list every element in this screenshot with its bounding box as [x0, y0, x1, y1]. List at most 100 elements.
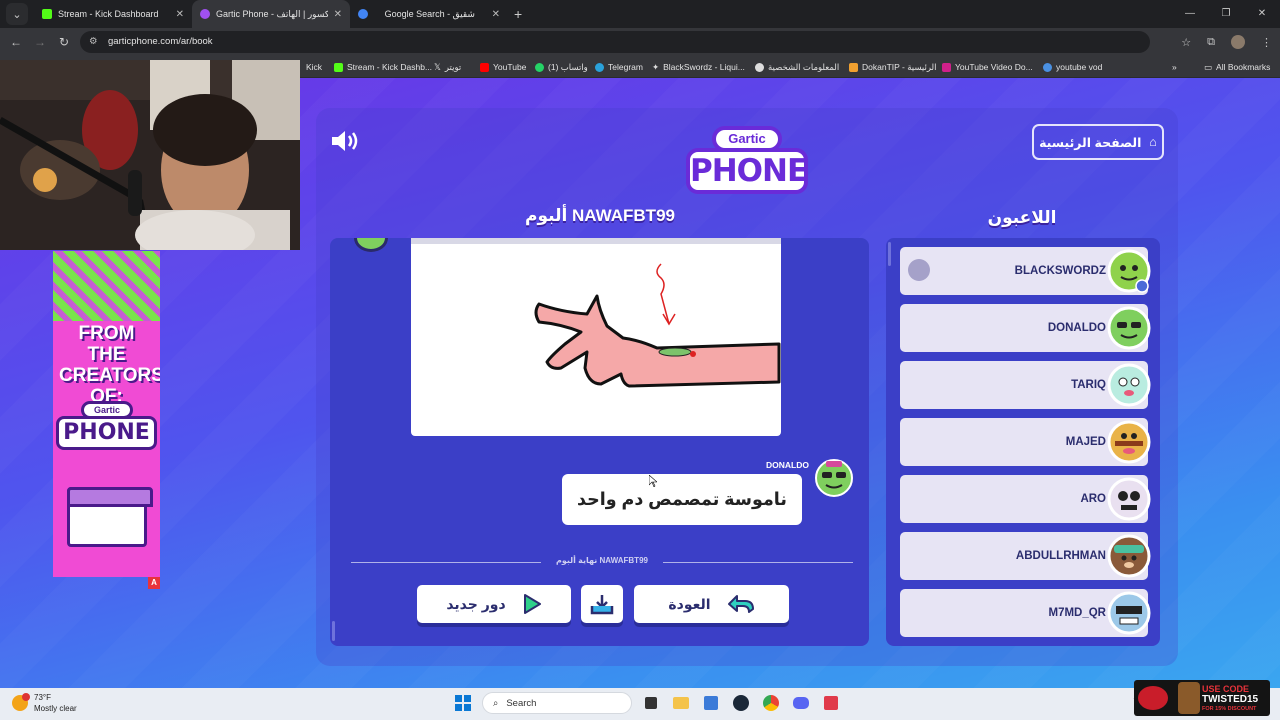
forward-arrow-icon[interactable]: → [28, 35, 52, 49]
taskbar-apps: ⌕ Search [452, 692, 842, 714]
profile-avatar[interactable] [1231, 35, 1245, 49]
back-arrow-icon[interactable]: ← [4, 35, 28, 49]
bookmark-blackswordz[interactable]: ✦ BlackSwordz - Liqui... [652, 56, 745, 78]
download-icon [590, 595, 614, 615]
taskbar-search[interactable]: ⌕ Search [482, 692, 632, 714]
player-name: ARO [1080, 493, 1106, 505]
reload-icon[interactable]: ↻ [52, 35, 76, 49]
caption-bubble: ناموسة تمصمص دم واحد [562, 474, 802, 525]
crown-icon [908, 259, 930, 281]
donaldo-avatar-icon [815, 459, 853, 497]
bookmark-label: Telegram [608, 62, 643, 72]
more-bookmarks-icon[interactable]: » [1172, 56, 1177, 78]
bookmark-twitter[interactable]: 𝕏 تويتر [434, 56, 461, 78]
home-button[interactable]: الصفحة الرئيسية ⌂ [1032, 124, 1164, 160]
close-icon[interactable]: ✕ [176, 9, 184, 20]
minimize-icon[interactable]: — [1172, 0, 1208, 28]
tab-gartic-phone[interactable]: Gartic Phone - الهاتف المكسور | الهاتف ✕ [192, 0, 350, 28]
bookmark-telegram[interactable]: Telegram [595, 56, 643, 78]
player-row: DONALDO [900, 304, 1151, 352]
youtube-icon [480, 62, 489, 72]
tab-title: Google Search - شقيق [384, 8, 475, 19]
bookmark-youtube[interactable]: YouTube [480, 56, 526, 78]
all-bookmarks-folder[interactable]: ▭ All Bookmarks [1204, 56, 1270, 78]
close-icon[interactable]: ✕ [492, 9, 500, 20]
brand-logo-icon [1138, 686, 1168, 710]
new-tab-icon[interactable]: + [514, 6, 522, 22]
gartic-icon [200, 9, 210, 19]
bookmark-youtube-vod[interactable]: youtube vod [1043, 56, 1102, 78]
mouse-cursor-icon [649, 475, 657, 487]
search-placeholder: Search [506, 697, 537, 709]
tab-search-button[interactable]: ⌄ [6, 3, 28, 25]
promo-line-1: USE CODE [1202, 684, 1250, 694]
discord-icon[interactable] [790, 692, 812, 714]
promo-line-3: FOR 15% DISCOUNT [1202, 706, 1257, 712]
ad-badge[interactable]: A [148, 577, 160, 589]
gartic-ad-banner[interactable]: FROM THE CREATORS OF: Gartic PHONE [53, 251, 160, 577]
album-scrollbar[interactable] [332, 621, 335, 641]
site-info-icon[interactable]: ⚙ [89, 31, 98, 53]
file-explorer-icon[interactable] [670, 692, 692, 714]
player-row: TARIQ [900, 361, 1151, 409]
tab-kick-dashboard[interactable]: Stream - Kick Dashboard ✕ [34, 0, 192, 28]
extensions-icon[interactable]: ⧉ [1207, 36, 1215, 49]
calendar-illustration [67, 487, 153, 547]
dokantip-icon [849, 62, 858, 72]
player-row: ABDULLRHMAN [900, 532, 1151, 580]
windows-start-icon[interactable] [452, 692, 474, 714]
menu-icon[interactable]: ⋮ [1261, 36, 1272, 49]
player-avatar [1107, 477, 1151, 521]
back-button[interactable]: العودة [634, 585, 789, 623]
restore-icon[interactable]: ❐ [1208, 0, 1244, 28]
promo-code: TWISTED15 [1202, 694, 1259, 705]
task-view-icon[interactable] [640, 692, 662, 714]
chrome-icon[interactable] [760, 692, 782, 714]
bookmark-yt-downloader[interactable]: YouTube Video Do... [942, 56, 1033, 78]
google-icon [358, 9, 368, 19]
player-avatar [1107, 306, 1151, 350]
download-button[interactable] [581, 585, 623, 623]
store-icon[interactable] [700, 692, 722, 714]
search-icon: ⌕ [493, 697, 499, 709]
tab-title: Stream - Kick Dashboard [58, 9, 159, 19]
bookmark-label: YouTube Video Do... [955, 62, 1033, 72]
bookmark-personal-info[interactable]: المعلومات الشخصية [755, 56, 839, 78]
player-row: BLACKSWORDZ [900, 247, 1151, 295]
sound-icon[interactable] [330, 130, 360, 152]
home-button-label: الصفحة الرئيسية [1039, 135, 1142, 150]
close-window-icon[interactable]: ✕ [1244, 0, 1280, 28]
bookmark-kick-dashboard[interactable]: Stream - Kick Dashb... [334, 56, 432, 78]
url-bar[interactable]: ⚙ garticphone.com/ar/book [80, 31, 1150, 53]
player-avatar [1107, 420, 1151, 464]
player-row: MAJED [900, 418, 1151, 466]
album-panel[interactable]: DONALDO ناموسة تمصمص دم واحد نهاية ألبوم… [330, 238, 869, 646]
player-avatar [1107, 534, 1151, 578]
player-row: ARO [900, 475, 1151, 523]
cloud-icon [1043, 62, 1052, 72]
red-app-icon[interactable] [820, 692, 842, 714]
temperature: 73°F [34, 693, 51, 702]
steam-icon[interactable] [730, 692, 752, 714]
url-text: garticphone.com/ar/book [108, 36, 213, 47]
player-name: MAJED [1065, 436, 1106, 448]
bookmark-label: تويتر [444, 62, 462, 72]
new-round-button[interactable]: دور جديد [417, 585, 571, 623]
bookmark-whatsapp[interactable]: واتساب (1) [535, 56, 588, 78]
bookmark-kick[interactable]: Kick [306, 56, 322, 78]
close-icon[interactable]: ✕ [334, 9, 342, 20]
logo-bottom-text: PHONE [686, 148, 808, 194]
speaker-name: DONALDO [766, 460, 809, 470]
players-scrollbar[interactable] [888, 242, 891, 266]
star-icon[interactable]: ☆ [1181, 36, 1191, 49]
bookmark-label: BlackSwordz - Liqui... [663, 62, 745, 72]
tab-google-search[interactable]: Google Search - شقيق ✕ [350, 0, 508, 28]
x-icon: 𝕏 [434, 62, 441, 72]
tab-strip: ⌄ Stream - Kick Dashboard ✕ Gartic Phone… [0, 0, 1280, 28]
player-name: DONALDO [1047, 322, 1106, 334]
weather-widget[interactable]: 73°F Mostly clear [12, 692, 77, 714]
album-end-divider: نهاية ألبوم NAWAFBT99 [351, 556, 853, 568]
bookmark-dokantip[interactable]: DokanTIP - الرئيسية [849, 56, 936, 78]
bookmark-label: Kick [306, 62, 323, 72]
weather-condition: Mostly clear [34, 704, 77, 713]
